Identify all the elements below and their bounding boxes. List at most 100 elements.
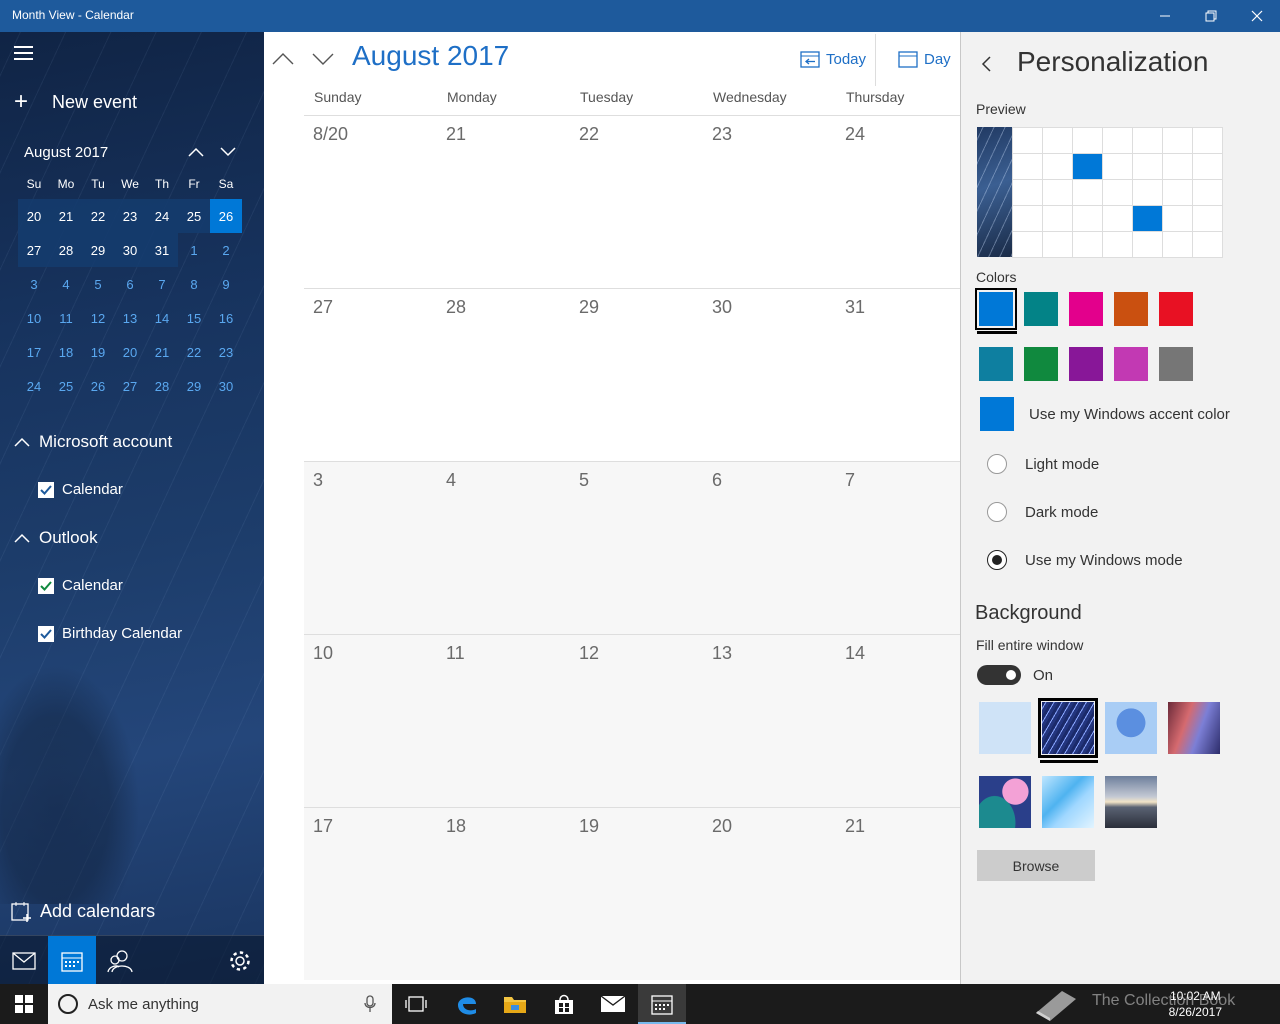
day-cell[interactable]: 14 [836, 635, 960, 807]
mini-calendar-day[interactable]: 21 [146, 335, 178, 369]
dark-mode-option[interactable]: Dark mode [987, 502, 1098, 522]
mini-calendar-day[interactable]: 28 [50, 233, 82, 267]
mini-calendar-day[interactable]: 29 [82, 233, 114, 267]
mail-taskbar-button[interactable] [589, 984, 637, 1024]
month-title[interactable]: August 2017 [352, 40, 509, 72]
mini-calendar-next-button[interactable] [216, 142, 240, 162]
edge-taskbar-button[interactable] [443, 984, 491, 1024]
checkbox-checked-icon[interactable] [38, 481, 54, 498]
mini-calendar-day[interactable]: 11 [50, 301, 82, 335]
day-cell[interactable]: 5 [570, 462, 703, 634]
background-thumb-star-trails[interactable] [1038, 698, 1098, 758]
mini-calendar-day[interactable]: 6 [114, 267, 146, 301]
day-cell[interactable]: 7 [836, 462, 960, 634]
minimize-button[interactable] [1142, 0, 1188, 32]
previous-month-button[interactable] [270, 48, 296, 70]
mini-calendar-day[interactable]: 8 [178, 267, 210, 301]
background-thumb-colorful-hills[interactable] [979, 776, 1031, 828]
mini-calendar-day[interactable]: 3 [18, 267, 50, 301]
mini-calendar-day[interactable]: 24 [146, 199, 178, 233]
radio-unselected-icon[interactable] [987, 502, 1007, 522]
day-cell[interactable]: 29 [570, 289, 703, 461]
mini-calendar-day[interactable]: 5 [82, 267, 114, 301]
day-cell[interactable]: 24 [836, 116, 960, 288]
mini-calendar-day[interactable]: 15 [178, 301, 210, 335]
mini-calendar-day[interactable]: 9 [210, 267, 242, 301]
mini-calendar-day[interactable]: 20 [114, 335, 146, 369]
settings-button[interactable] [216, 936, 264, 984]
browse-button[interactable]: Browse [977, 850, 1095, 881]
mini-calendar-day[interactable]: 20 [18, 199, 50, 233]
mini-calendar-day[interactable]: 22 [178, 335, 210, 369]
mini-calendar-day[interactable]: 22 [82, 199, 114, 233]
mini-calendar-day[interactable]: 30 [210, 369, 242, 403]
mini-calendar-day[interactable]: 27 [18, 233, 50, 267]
mini-calendar-day[interactable]: 13 [114, 301, 146, 335]
day-cell[interactable]: 12 [570, 635, 703, 807]
mini-calendar-day[interactable]: 24 [18, 369, 50, 403]
mini-calendar-day[interactable]: 25 [50, 369, 82, 403]
back-button[interactable] [981, 54, 997, 74]
accent-color-option[interactable]: Use my Windows accent color [980, 397, 1230, 431]
calendar-taskbar-button[interactable] [638, 984, 686, 1024]
color-swatch[interactable] [1069, 347, 1103, 381]
day-cell[interactable]: 19 [570, 808, 703, 980]
calendar-toggle-outlook-calendar[interactable]: Calendar [38, 577, 123, 594]
store-taskbar-button[interactable] [540, 984, 588, 1024]
close-button[interactable] [1234, 0, 1280, 32]
day-view-button[interactable]: Day [898, 50, 951, 68]
mini-calendar-day[interactable]: 10 [18, 301, 50, 335]
mini-calendar-day[interactable]: 26 [82, 369, 114, 403]
mini-calendar-day[interactable]: 4 [50, 267, 82, 301]
mini-calendar-day[interactable]: 23 [210, 335, 242, 369]
calendar-toggle-microsoft-calendar[interactable]: Calendar [38, 481, 123, 498]
day-cell[interactable]: 4 [437, 462, 570, 634]
task-view-button[interactable] [392, 984, 440, 1024]
day-cell[interactable]: 13 [703, 635, 836, 807]
start-button[interactable] [0, 984, 48, 1024]
day-cell[interactable]: 18 [437, 808, 570, 980]
mini-calendar-day[interactable]: 25 [178, 199, 210, 233]
color-swatch[interactable] [1114, 292, 1148, 326]
background-thumb-sunset-lake[interactable] [1105, 776, 1157, 828]
hamburger-menu-icon[interactable] [14, 46, 34, 62]
background-thumb-blue-tree[interactable] [1105, 702, 1157, 754]
day-cell[interactable]: 23 [703, 116, 836, 288]
mini-calendar-day[interactable]: 2 [210, 233, 242, 267]
checkbox-checked-icon[interactable] [38, 625, 54, 642]
fill-window-toggle[interactable]: On [977, 665, 1053, 685]
radio-selected-icon[interactable] [987, 550, 1007, 570]
mini-calendar-prev-button[interactable] [184, 142, 208, 162]
day-cell[interactable]: 21 [437, 116, 570, 288]
mini-calendar-day[interactable]: 14 [146, 301, 178, 335]
day-cell[interactable]: 21 [836, 808, 960, 980]
account-group-outlook[interactable]: Outlook [14, 528, 98, 548]
mini-calendar-day[interactable]: 19 [82, 335, 114, 369]
mini-calendar-day[interactable]: 30 [114, 233, 146, 267]
background-thumb-canyon[interactable] [1168, 702, 1220, 754]
microphone-icon[interactable] [364, 995, 376, 1013]
day-cell[interactable]: 6 [703, 462, 836, 634]
day-cell[interactable]: 10 [304, 635, 437, 807]
mail-app-button[interactable] [0, 936, 48, 984]
day-cell[interactable]: 28 [437, 289, 570, 461]
calendar-toggle-birthday-calendar[interactable]: Birthday Calendar [38, 625, 182, 642]
day-cell[interactable]: 11 [437, 635, 570, 807]
light-mode-option[interactable]: Light mode [987, 454, 1099, 474]
color-swatch[interactable] [979, 347, 1013, 381]
day-cell[interactable]: 3 [304, 462, 437, 634]
checkbox-checked-icon[interactable] [38, 577, 54, 594]
day-cell[interactable]: 22 [570, 116, 703, 288]
calendar-app-button[interactable] [48, 936, 96, 984]
mini-calendar-day[interactable]: 27 [114, 369, 146, 403]
background-thumb-plain[interactable] [979, 702, 1031, 754]
color-swatch[interactable] [1159, 347, 1193, 381]
next-month-button[interactable] [310, 48, 336, 70]
mini-calendar-day[interactable]: 16 [210, 301, 242, 335]
cortana-search-box[interactable]: Ask me anything [48, 984, 392, 1024]
new-event-button[interactable]: + New event [14, 90, 137, 114]
background-thumb-blue-polygons[interactable] [1042, 776, 1094, 828]
day-cell[interactable]: 31 [836, 289, 960, 461]
mini-calendar-day[interactable]: 7 [146, 267, 178, 301]
people-app-button[interactable] [96, 936, 144, 984]
